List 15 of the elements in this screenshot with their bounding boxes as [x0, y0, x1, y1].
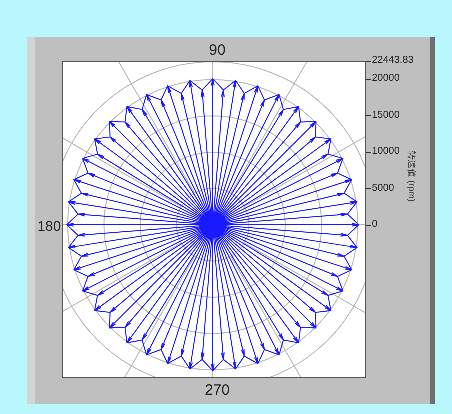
tick-mark	[366, 224, 372, 226]
radial-tick-label: 0	[372, 218, 378, 232]
tick-mark	[366, 60, 372, 62]
angle-label: 90	[209, 41, 226, 61]
radial-tick-label: 5000	[372, 182, 394, 196]
angle-label: 270	[204, 381, 230, 401]
tick-mark	[366, 188, 372, 189]
radial-tick-label: 10000	[372, 145, 400, 159]
radial-tick-label: 22443.83	[372, 54, 414, 68]
radial-axis-title: 转速值 (rpm)	[406, 151, 418, 202]
radial-tick-label: 15000	[372, 108, 400, 122]
tick-mark	[366, 115, 372, 116]
angle-label: 180	[36, 217, 62, 236]
radial-tick-label: 20000	[372, 72, 400, 86]
tick-mark	[366, 78, 372, 80]
